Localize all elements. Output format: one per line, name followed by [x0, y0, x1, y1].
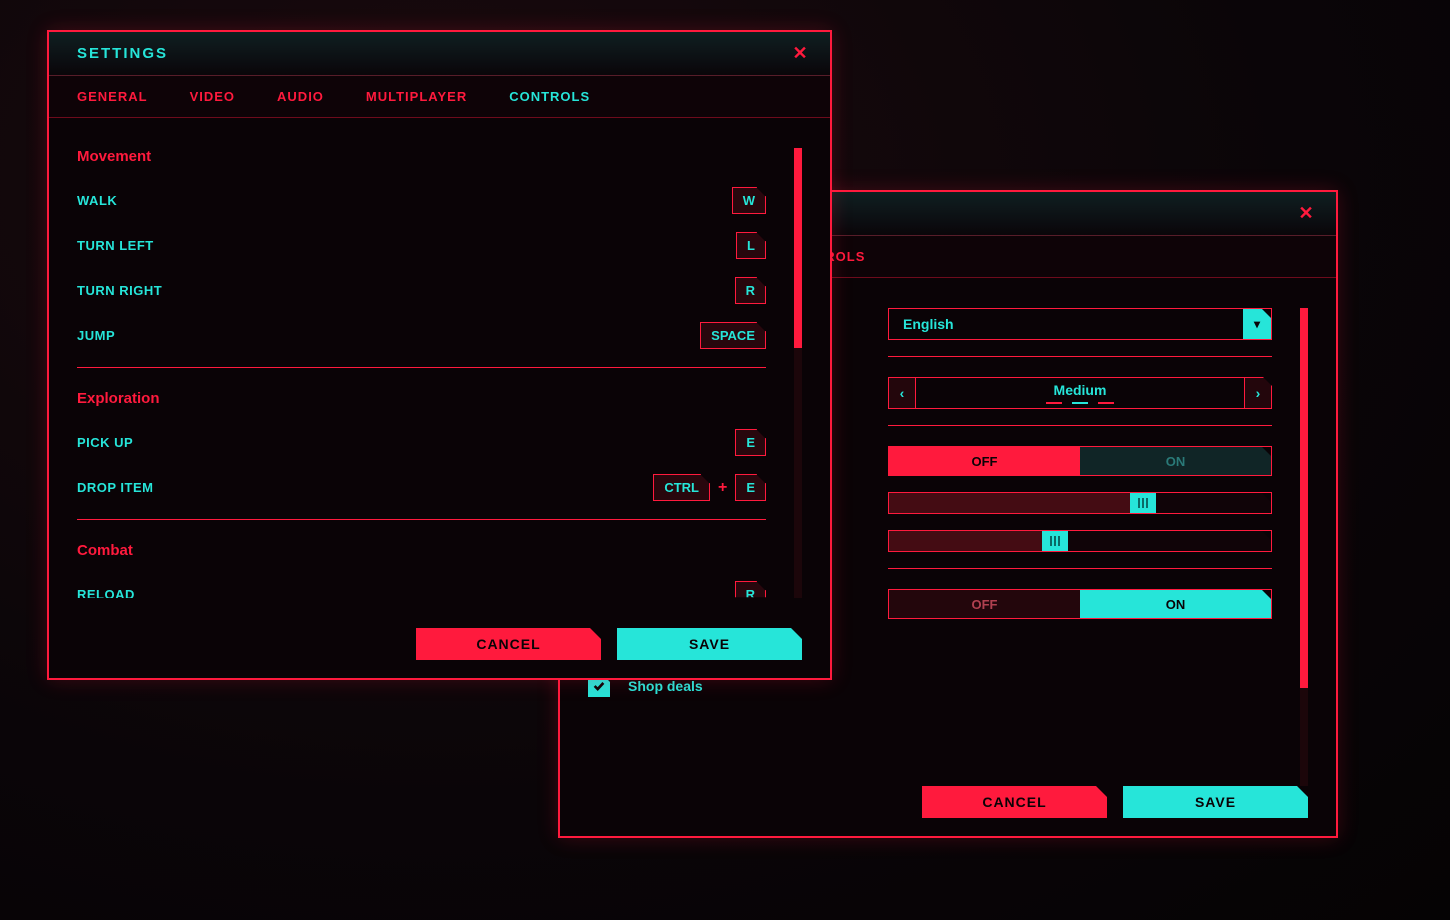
slider-setting-1[interactable]: [888, 492, 1272, 514]
toggle-setting-1[interactable]: OFF ON: [888, 446, 1272, 476]
binding-label: RELOAD: [77, 587, 135, 598]
slider-setting-2[interactable]: [888, 530, 1272, 552]
binding-row-reload: RELOAD R: [77, 581, 802, 598]
stepper-dots: [1046, 402, 1114, 404]
tab-bar: GENERAL VIDEO AUDIO MULTIPLAYER CONTROLS: [49, 76, 830, 118]
binding-label: WALK: [77, 193, 117, 208]
section-movement-header: Movement: [77, 148, 802, 165]
toggle-on[interactable]: ON: [1080, 447, 1271, 475]
difficulty-stepper[interactable]: ‹ Medium ›: [888, 377, 1272, 409]
save-button[interactable]: SAVE: [617, 628, 802, 660]
key-cluster: W: [732, 187, 766, 214]
cancel-button[interactable]: CANCEL: [416, 628, 601, 660]
binding-row-jump: JUMP SPACE: [77, 322, 802, 349]
key-cluster: R: [735, 581, 766, 598]
keycap[interactable]: E: [735, 429, 766, 456]
key-cluster: SPACE: [700, 322, 766, 349]
binding-row-turn-left: TURN LEFT L: [77, 232, 802, 259]
section-combat-header: Combat: [77, 542, 802, 559]
binding-label: DROP ITEM: [77, 480, 154, 495]
cancel-button[interactable]: CANCEL: [922, 786, 1107, 818]
window-title: SETTINGS: [77, 45, 168, 62]
keycap[interactable]: SPACE: [700, 322, 766, 349]
slider-fill: [889, 493, 1130, 513]
key-cluster: L: [736, 232, 766, 259]
content-area: Movement WALK W TURN LEFT L TURN RIGHT R: [49, 118, 830, 608]
keycap[interactable]: L: [736, 232, 766, 259]
keycap[interactable]: CTRL: [653, 474, 710, 501]
slider-handle[interactable]: [1130, 493, 1156, 513]
key-cluster: R: [735, 277, 766, 304]
slider-handle[interactable]: [1042, 531, 1068, 551]
tab-video[interactable]: VIDEO: [190, 89, 235, 104]
toggle-setting-2[interactable]: OFF ON: [888, 589, 1272, 619]
scrollbar-thumb[interactable]: [1300, 308, 1308, 688]
section-exploration-header: Exploration: [77, 390, 802, 407]
binding-label: JUMP: [77, 328, 115, 343]
check-icon: [592, 679, 606, 693]
settings-window-controls: SETTINGS ✕ GENERAL VIDEO AUDIO MULTIPLAY…: [47, 30, 832, 680]
scrollbar-thumb[interactable]: [794, 148, 802, 348]
binding-row-pick-up: PICK UP E: [77, 429, 802, 456]
chevron-down-icon: ▾: [1243, 309, 1271, 339]
language-value: English: [889, 316, 1243, 332]
save-button[interactable]: SAVE: [1123, 786, 1308, 818]
keycap[interactable]: W: [732, 187, 766, 214]
footer-buttons: CANCEL SAVE: [416, 628, 802, 660]
scrollbar-track[interactable]: [794, 148, 802, 598]
binding-label: TURN LEFT: [77, 238, 154, 253]
slider-fill: [889, 531, 1042, 551]
binding-label: PICK UP: [77, 435, 133, 450]
scrollbar-track[interactable]: [1300, 308, 1308, 788]
checkbox-label: Shop deals: [628, 678, 703, 694]
toggle-off[interactable]: OFF: [889, 447, 1080, 475]
section-divider: [77, 519, 766, 520]
key-cluster: CTRL + E: [653, 474, 766, 501]
close-icon: ✕: [1298, 203, 1313, 224]
binding-row-turn-right: TURN RIGHT R: [77, 277, 802, 304]
stepper-dot: [1046, 402, 1062, 404]
plus-icon: +: [718, 479, 727, 497]
tab-audio[interactable]: AUDIO: [277, 89, 324, 104]
difficulty-value: Medium: [1054, 382, 1107, 398]
section-divider: [77, 367, 766, 368]
close-button[interactable]: ✕: [788, 42, 812, 66]
keycap[interactable]: R: [735, 277, 766, 304]
tab-multiplayer[interactable]: MULTIPLAYER: [366, 89, 467, 104]
close-icon: ✕: [792, 43, 807, 64]
keycap[interactable]: E: [735, 474, 766, 501]
stepper-dot: [1098, 402, 1114, 404]
titlebar: SETTINGS ✕: [49, 32, 830, 76]
tab-general[interactable]: GENERAL: [77, 89, 148, 104]
keycap[interactable]: R: [735, 581, 766, 598]
toggle-on[interactable]: ON: [1080, 590, 1271, 618]
chevron-left-icon[interactable]: ‹: [888, 377, 916, 409]
binding-label: TURN RIGHT: [77, 283, 162, 298]
close-button[interactable]: ✕: [1294, 202, 1318, 226]
footer-buttons: CANCEL SAVE: [922, 786, 1308, 818]
language-select[interactable]: English ▾: [888, 308, 1272, 340]
scroll-area: Movement WALK W TURN LEFT L TURN RIGHT R: [77, 148, 802, 598]
stepper-dot: [1072, 402, 1088, 404]
toggle-off[interactable]: OFF: [889, 590, 1080, 618]
key-cluster: E: [735, 429, 766, 456]
chevron-right-icon[interactable]: ›: [1244, 377, 1272, 409]
binding-row-walk: WALK W: [77, 187, 802, 214]
binding-row-drop-item: DROP ITEM CTRL + E: [77, 474, 802, 501]
tab-controls[interactable]: CONTROLS: [509, 89, 590, 104]
stepper-display: Medium: [916, 377, 1244, 409]
